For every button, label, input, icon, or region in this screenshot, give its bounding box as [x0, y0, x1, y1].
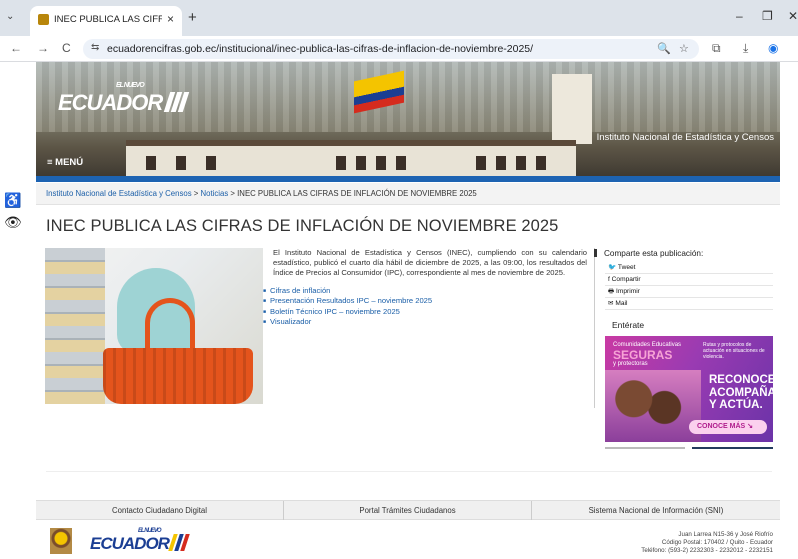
tower-graphic [552, 74, 592, 144]
instagram-icon[interactable]: in [789, 106, 795, 115]
active-tab[interactable]: INEC PUBLICA LAS CIFRAS DE INFLACIÓN DE … [30, 6, 182, 36]
facebook-share-button[interactable]: f Compartir [605, 275, 773, 286]
tweet-button[interactable]: 🐦 Tweet [605, 263, 773, 274]
download-icon[interactable]: ⤓ [743, 41, 748, 56]
logo-small-text: EL NUEVO [116, 82, 145, 89]
breadcrumb-current: INEC PUBLICA LAS CIFRAS DE INFLACIÓN DE … [237, 189, 477, 198]
facebook-icon[interactable]: f [789, 88, 792, 100]
url-input[interactable]: ⇆ ecuadorencifras.gob.ec/institucional/i… [83, 39, 699, 59]
link-presentacion-ipc[interactable]: Presentación Resultados IPC – noviembre … [263, 296, 432, 306]
link-visualizador[interactable]: Visualizador [263, 317, 432, 327]
accessibility-icon[interactable]: ♿ [4, 192, 21, 209]
zoom-icon[interactable]: 🔍 [657, 42, 671, 55]
sidebar-divider [594, 248, 595, 408]
url-text: ecuadorencifras.gob.ec/institucional/ine… [107, 43, 534, 55]
x-social-icon[interactable]: ✕ [789, 70, 798, 83]
article-image [45, 248, 263, 404]
share-heading: Comparte esta publicación: [604, 249, 704, 258]
article-body: El Instituto Nacional de Estadística y C… [273, 248, 587, 277]
footer-address: Juan Larrea N15-36 y José Riofrío Código… [641, 531, 773, 554]
search-icon[interactable]: ○ [789, 156, 796, 168]
footer-ecuador-logo: EL NUEVO ECUADOR [90, 528, 190, 554]
reload-button[interactable]: C [62, 41, 71, 55]
print-button[interactable]: 🖶 Imprimir [605, 287, 773, 298]
extensions-icon[interactable]: ⧉ [712, 41, 721, 56]
new-tab-button[interactable]: + [188, 9, 197, 26]
carousel-indicator-active[interactable] [692, 447, 773, 449]
ecuador-logo[interactable]: EL NUEVO ECUADOR [58, 82, 190, 118]
content-divider [46, 471, 772, 472]
close-window-button[interactable]: ✕ [788, 9, 798, 23]
banner-note: Rutas y protocolos de actuación en situa… [703, 342, 765, 360]
conoce-mas-button[interactable]: CONOCE MÁS ↘ [689, 420, 767, 434]
back-button[interactable]: ← [10, 41, 22, 55]
forward-button[interactable]: → [37, 41, 49, 55]
footer-link-sni[interactable]: Sistema Nacional de Información (SNI) [532, 501, 780, 520]
breadcrumb: Instituto Nacional de Estadística y Cens… [36, 183, 780, 205]
tab-title: INEC PUBLICA LAS CIFRAS DE INFLACIÓN DE … [54, 14, 162, 25]
tab-close-icon[interactable]: × [167, 12, 174, 26]
bookmark-star-icon[interactable]: ☆ [679, 42, 689, 55]
address-bar-row: ← → C ⇆ ecuadorencifras.gob.ec/instituci… [0, 36, 798, 62]
coat-of-arms-icon [50, 528, 72, 554]
maximize-button[interactable]: ❐ [762, 9, 773, 23]
breadcrumb-home-link[interactable]: Instituto Nacional de Estadística y Cens… [46, 189, 192, 198]
mail-button[interactable]: ✉ Mail [605, 299, 773, 310]
link-boletin-tecnico[interactable]: Boletín Técnico IPC – noviembre 2025 [263, 307, 432, 317]
minimize-button[interactable]: – [736, 9, 743, 23]
breadcrumb-separator: > [191, 189, 201, 198]
institution-name: Instituto Nacional de Estadística y Cens… [596, 132, 774, 143]
breadcrumb-separator: > [228, 189, 238, 198]
building-graphic [126, 140, 576, 176]
eye-icon[interactable]: 👁 [4, 214, 22, 231]
logo-text: ECUADOR [58, 90, 163, 115]
footer-links-bar: Contacto Ciudadano Digital Portal Trámit… [36, 500, 780, 520]
banner-campaign-title: Comunidades Educativas SEGURAS y protect… [613, 342, 682, 367]
enterate-heading: Entérate [612, 320, 645, 330]
tab-search-icon[interactable]: ⌄ [6, 11, 14, 22]
link-cifras-inflacion[interactable]: Cifras de inflación [263, 286, 432, 296]
menu-button[interactable]: ≡ MENÚ [47, 157, 83, 168]
header-accent-bar [36, 176, 780, 182]
footer-link-contacto[interactable]: Contacto Ciudadano Digital [36, 501, 284, 520]
banner-photo [605, 370, 701, 442]
browser-tab-bar: ⌄ INEC PUBLICA LAS CIFRAS DE INFLACIÓN D… [0, 0, 798, 36]
footer-link-tramites[interactable]: Portal Trámites Ciudadanos [284, 501, 532, 520]
site-header-banner: EL NUEVO ECUADOR Instituto Nacional de E… [36, 62, 780, 176]
banner-slogan: RECONOCE, ACOMPAÑA Y ACTÚA. [709, 374, 773, 411]
youtube-icon[interactable]: ▶ [789, 126, 797, 139]
promo-banner[interactable]: Comunidades Educativas SEGURAS y protect… [605, 336, 773, 442]
profile-icon[interactable]: ◉ [768, 41, 778, 55]
carousel-indicator[interactable] [605, 447, 685, 449]
page-title: INEC PUBLICA LAS CIFRAS DE INFLACIÓN DE … [46, 217, 559, 235]
breadcrumb-news-link[interactable]: Noticias [201, 189, 229, 198]
logo-stripes-icon [163, 92, 190, 118]
sidebar-marker [594, 249, 597, 257]
favicon-icon [38, 14, 49, 25]
article-links: Cifras de inflación Presentación Resulta… [263, 286, 432, 328]
site-info-icon[interactable]: ⇆ [91, 42, 99, 53]
